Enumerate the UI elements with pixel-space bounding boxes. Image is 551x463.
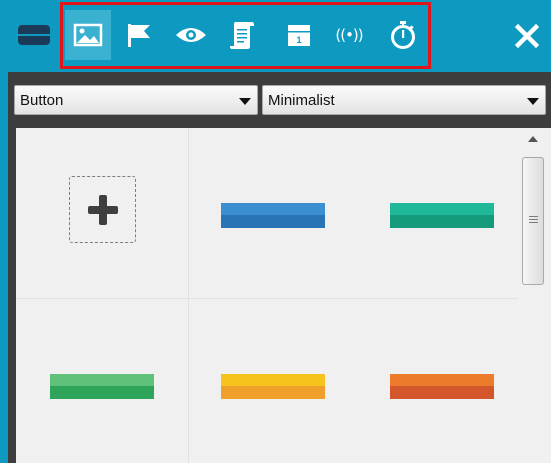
toolbar: 1 ((•))	[0, 0, 551, 72]
close-icon	[515, 24, 539, 48]
teal-button-sample[interactable]	[390, 203, 494, 228]
close-button[interactable]	[511, 18, 543, 54]
sample-top	[390, 374, 494, 386]
yellow-button-sample[interactable]	[221, 374, 325, 399]
chevron-down-icon	[527, 98, 539, 105]
grid-divider	[16, 298, 518, 299]
button-style-grid	[16, 128, 518, 463]
style-dropdown[interactable]: Minimalist	[262, 85, 546, 115]
sample-bottom	[221, 386, 325, 399]
sample-top	[221, 203, 325, 215]
panel-left-border	[0, 72, 8, 463]
grip-line	[529, 222, 538, 223]
sample-top	[390, 203, 494, 215]
style-dropdown-value: Minimalist	[268, 92, 335, 109]
panel-icon	[18, 25, 50, 45]
type-dropdown-value: Button	[20, 92, 64, 109]
filter-bar: Button Minimalist	[8, 72, 551, 126]
scroll-thumb[interactable]	[522, 157, 544, 285]
sample-bottom	[50, 386, 154, 399]
scroll-up-arrow-icon[interactable]	[528, 136, 538, 142]
grip-line	[529, 216, 538, 217]
plus-icon	[87, 194, 118, 225]
panel-toggle-button[interactable]	[11, 10, 57, 60]
chevron-down-icon	[239, 98, 251, 105]
sample-bottom	[390, 386, 494, 399]
vertical-scrollbar[interactable]	[518, 128, 551, 463]
toolbar-highlight-box	[60, 2, 431, 69]
orange-button-sample[interactable]	[390, 374, 494, 399]
sample-top	[221, 374, 325, 386]
sample-top	[50, 374, 154, 386]
sample-bottom	[390, 215, 494, 228]
add-new-tile[interactable]	[69, 176, 136, 243]
blue-button-sample[interactable]	[221, 203, 325, 228]
grip-line	[529, 219, 538, 220]
button-picker-panel: 1 ((•)) Button Minimalist	[0, 0, 551, 463]
grid-divider	[188, 128, 189, 463]
type-dropdown[interactable]: Button	[14, 85, 258, 115]
green-button-sample[interactable]	[50, 374, 154, 399]
sample-bottom	[221, 215, 325, 228]
